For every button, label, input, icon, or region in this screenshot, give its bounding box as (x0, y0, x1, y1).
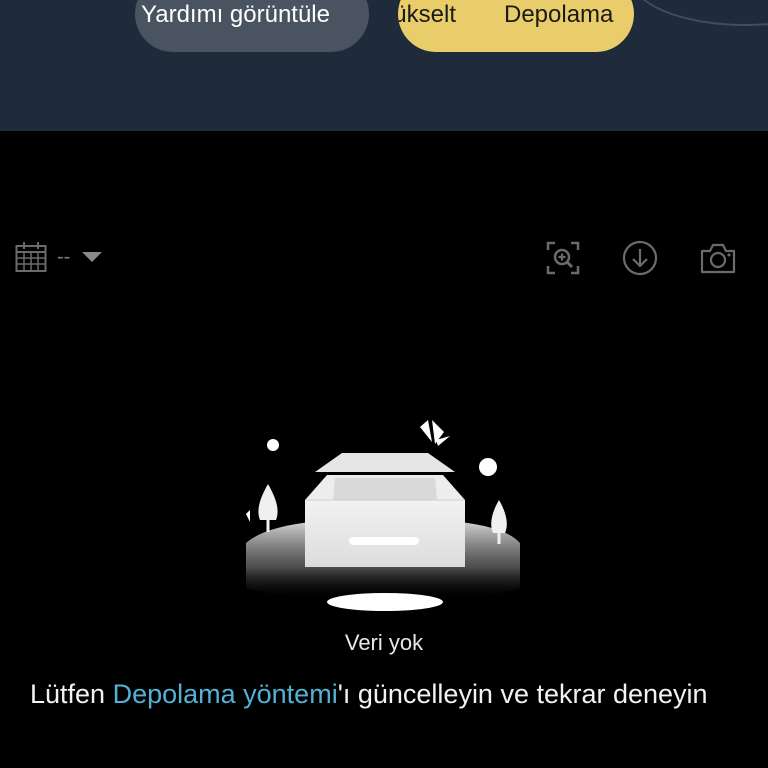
date-selector[interactable]: -- (15, 241, 103, 273)
calendar-icon (15, 242, 47, 272)
update-storage-message: Lütfen Depolama yöntemi'ı güncelleyin ve… (30, 674, 730, 714)
storage-label: Depolama (504, 1, 614, 28)
zoom-in-icon[interactable] (545, 240, 581, 276)
top-panel: Yardımı görüntüle Yükselt Depolama (0, 0, 768, 131)
view-help-button[interactable]: Yardımı görüntüle (135, 0, 369, 52)
no-data-label: Veri yok (344, 630, 424, 655)
date-value: -- (57, 246, 71, 268)
upgrade-label: Yükselt (398, 1, 456, 28)
camera-icon[interactable] (700, 240, 736, 276)
download-icon[interactable] (622, 240, 658, 276)
message-suffix: 'ı güncelleyin ve tekrar deneyin (337, 679, 708, 709)
upgrade-storage-button[interactable]: Yükselt Depolama (398, 0, 634, 52)
dropdown-caret-icon[interactable] (82, 252, 103, 262)
message-prefix: Lütfen (30, 679, 113, 709)
storage-method-link[interactable]: Depolama yöntemi (113, 679, 338, 709)
empty-box-illustration (246, 420, 520, 611)
decorative-arc (630, 0, 768, 26)
view-help-label: Yardımı görüntüle (141, 1, 330, 28)
